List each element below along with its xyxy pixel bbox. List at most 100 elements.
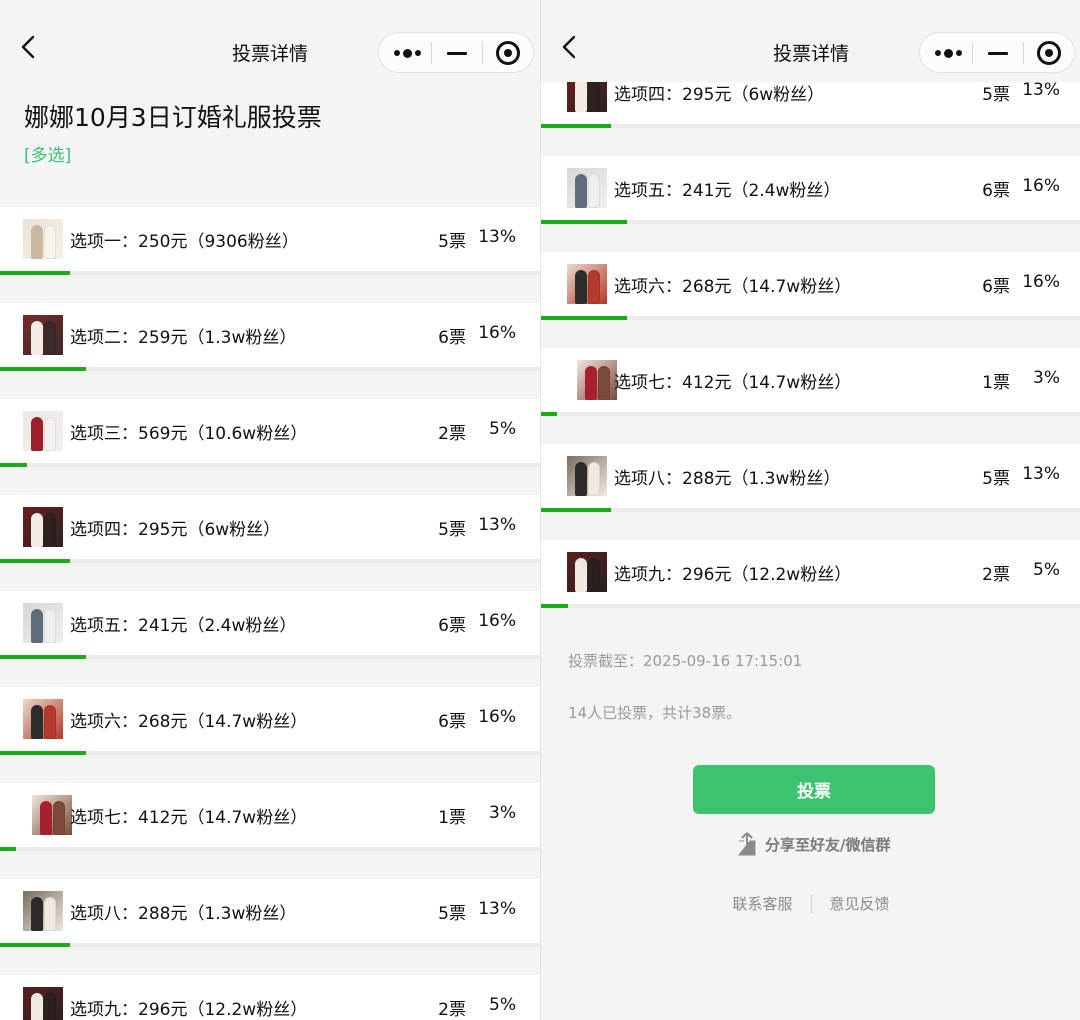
option-progress-fill	[0, 655, 87, 659]
option-label: 选项五：241元（2.4w粉丝）	[70, 616, 297, 636]
vote-option-row[interactable]: 选项七：412元（14.7w粉丝） 1票 3%	[541, 348, 1080, 416]
option-progress-fill	[541, 316, 628, 320]
option-label: 选项六：268元（14.7w粉丝）	[70, 712, 308, 732]
vote-option-row[interactable]: 选项四：295元（6w粉丝） 5票 13%	[0, 495, 540, 563]
vote-option-row[interactable]: 选项八：288元（1.3w粉丝） 5票 13%	[0, 879, 540, 947]
option-percentage: 3%	[1033, 368, 1060, 388]
option-label: 选项四：295元（6w粉丝）	[70, 520, 281, 540]
vote-button[interactable]: 投票	[693, 765, 935, 814]
poll-type-tag: [多选]	[24, 146, 72, 166]
vote-option-row[interactable]: 选项九：296元（12.2w粉丝） 2票 5%	[0, 975, 540, 1020]
option-label: 选项一：250元（9306粉丝）	[70, 232, 299, 252]
vote-deadline: 投票截至：2025-09-16 17:15:01	[568, 652, 803, 670]
feedback-link[interactable]: 意见反馈	[830, 893, 890, 914]
option-progress-fill	[0, 367, 87, 371]
target-circle-icon	[1037, 41, 1061, 65]
option-label: 选项四：295元（6w粉丝）	[614, 85, 825, 105]
poll-detail-top-view: 投票详情 娜娜10月3日订婚礼服投票 [多选] 选项一：250元（9306粉丝）…	[0, 0, 540, 1020]
option-photo	[23, 219, 63, 259]
option-label: 选项八：288元（1.3w粉丝）	[70, 904, 297, 924]
minus-icon	[447, 51, 467, 55]
vote-option-row[interactable]: 选项三：569元（10.6w粉丝） 2票 5%	[0, 399, 540, 467]
option-percentage: 16%	[1022, 176, 1060, 196]
option-progress-fill	[0, 463, 27, 467]
more-button[interactable]	[381, 33, 433, 73]
option-label: 选项三：569元（10.6w粉丝）	[70, 424, 308, 444]
footer-links: 联系客服 意见反馈	[541, 893, 1080, 914]
close-button[interactable]	[482, 33, 534, 73]
option-progress-fill	[541, 220, 628, 224]
share-button[interactable]: 分享至好友/微信群	[737, 832, 890, 856]
minimize-button[interactable]	[431, 33, 483, 73]
poll-title: 娜娜10月3日订婚礼服投票	[24, 103, 322, 132]
option-label: 选项九：296元（12.2w粉丝）	[70, 1000, 308, 1020]
option-photo	[577, 360, 617, 400]
vote-option-row[interactable]: 选项一：250元（9306粉丝） 5票 13%	[0, 207, 540, 275]
option-progress-fill	[0, 559, 71, 563]
option-progress-fill	[541, 508, 612, 512]
option-photo	[23, 315, 63, 355]
option-progress-fill	[0, 847, 17, 851]
vote-option-row[interactable]: 选项七：412元（14.7w粉丝） 1票 3%	[0, 783, 540, 851]
option-progress-track	[0, 367, 540, 371]
minimize-button[interactable]	[972, 33, 1024, 73]
option-percentage: 13%	[478, 899, 516, 919]
minus-icon	[988, 51, 1008, 55]
vote-option-row[interactable]: 选项九：296元（12.2w粉丝） 2票 5%	[541, 540, 1080, 608]
option-progress-track	[0, 847, 540, 851]
option-progress-track	[541, 508, 1080, 512]
option-progress-fill	[0, 751, 87, 755]
option-progress-track	[0, 751, 540, 755]
contact-service-link[interactable]: 联系客服	[732, 893, 792, 914]
vote-option-row[interactable]: 选项五：241元（2.4w粉丝） 6票 16%	[0, 591, 540, 659]
option-percentage: 5%	[489, 419, 516, 439]
vote-option-row[interactable]: 选项六：268元（14.7w粉丝） 6票 16%	[0, 687, 540, 755]
more-dots-icon	[393, 48, 421, 58]
footer-divider	[810, 894, 812, 913]
option-percentage: 16%	[478, 707, 516, 727]
option-percentage: 13%	[478, 227, 516, 247]
more-button[interactable]	[922, 33, 974, 73]
option-photo	[23, 987, 63, 1020]
navigation-bar: 投票详情	[541, 0, 1080, 82]
vote-option-row[interactable]: 选项八：288元（1.3w粉丝） 5票 13%	[541, 444, 1080, 512]
option-photo	[567, 456, 607, 496]
option-percentage: 13%	[1022, 80, 1060, 100]
navigation-bar: 投票详情	[0, 0, 540, 82]
option-label: 选项六：268元（14.7w粉丝）	[614, 277, 852, 297]
close-button[interactable]	[1023, 33, 1075, 73]
option-progress-fill	[0, 943, 71, 947]
option-photo	[567, 264, 607, 304]
share-label: 分享至好友/微信群	[765, 835, 891, 854]
vote-option-row[interactable]: 选项五：241元（2.4w粉丝） 6票 16%	[541, 156, 1080, 224]
vote-option-row[interactable]: 选项二：259元（1.3w粉丝） 6票 16%	[0, 303, 540, 371]
option-progress-fill	[541, 604, 568, 608]
option-photo	[32, 795, 72, 835]
option-photo	[23, 411, 63, 451]
option-progress-track	[541, 220, 1080, 224]
more-dots-icon	[934, 48, 962, 58]
option-progress-track	[0, 463, 540, 467]
vote-option-row[interactable]: 选项六：268元（14.7w粉丝） 6票 16%	[541, 252, 1080, 320]
option-label: 选项八：288元（1.3w粉丝）	[614, 469, 841, 489]
option-label: 选项二：259元（1.3w粉丝）	[70, 328, 297, 348]
option-progress-track	[0, 943, 540, 947]
option-progress-track	[0, 559, 540, 563]
option-progress-track	[0, 655, 540, 659]
option-percentage: 5%	[1033, 560, 1060, 580]
option-label: 选项七：412元（14.7w粉丝）	[614, 373, 852, 393]
option-percentage: 3%	[489, 803, 516, 823]
option-label: 选项五：241元（2.4w粉丝）	[614, 181, 841, 201]
option-label: 选项九：296元（12.2w粉丝）	[614, 565, 852, 585]
poll-detail-bottom-view: 选项四：295元（6w粉丝） 5票 13% 选项五：241元（2.4w粉丝） 6票 16%…	[540, 0, 1080, 1020]
option-progress-track	[0, 271, 540, 275]
option-percentage: 16%	[478, 611, 516, 631]
option-progress-fill	[0, 271, 71, 275]
option-photo	[23, 507, 63, 547]
option-photo	[23, 891, 63, 931]
option-progress-track	[541, 124, 1080, 128]
option-photo	[23, 699, 63, 739]
option-photo	[567, 552, 607, 592]
option-progress-fill	[541, 124, 612, 128]
option-percentage: 13%	[478, 515, 516, 535]
